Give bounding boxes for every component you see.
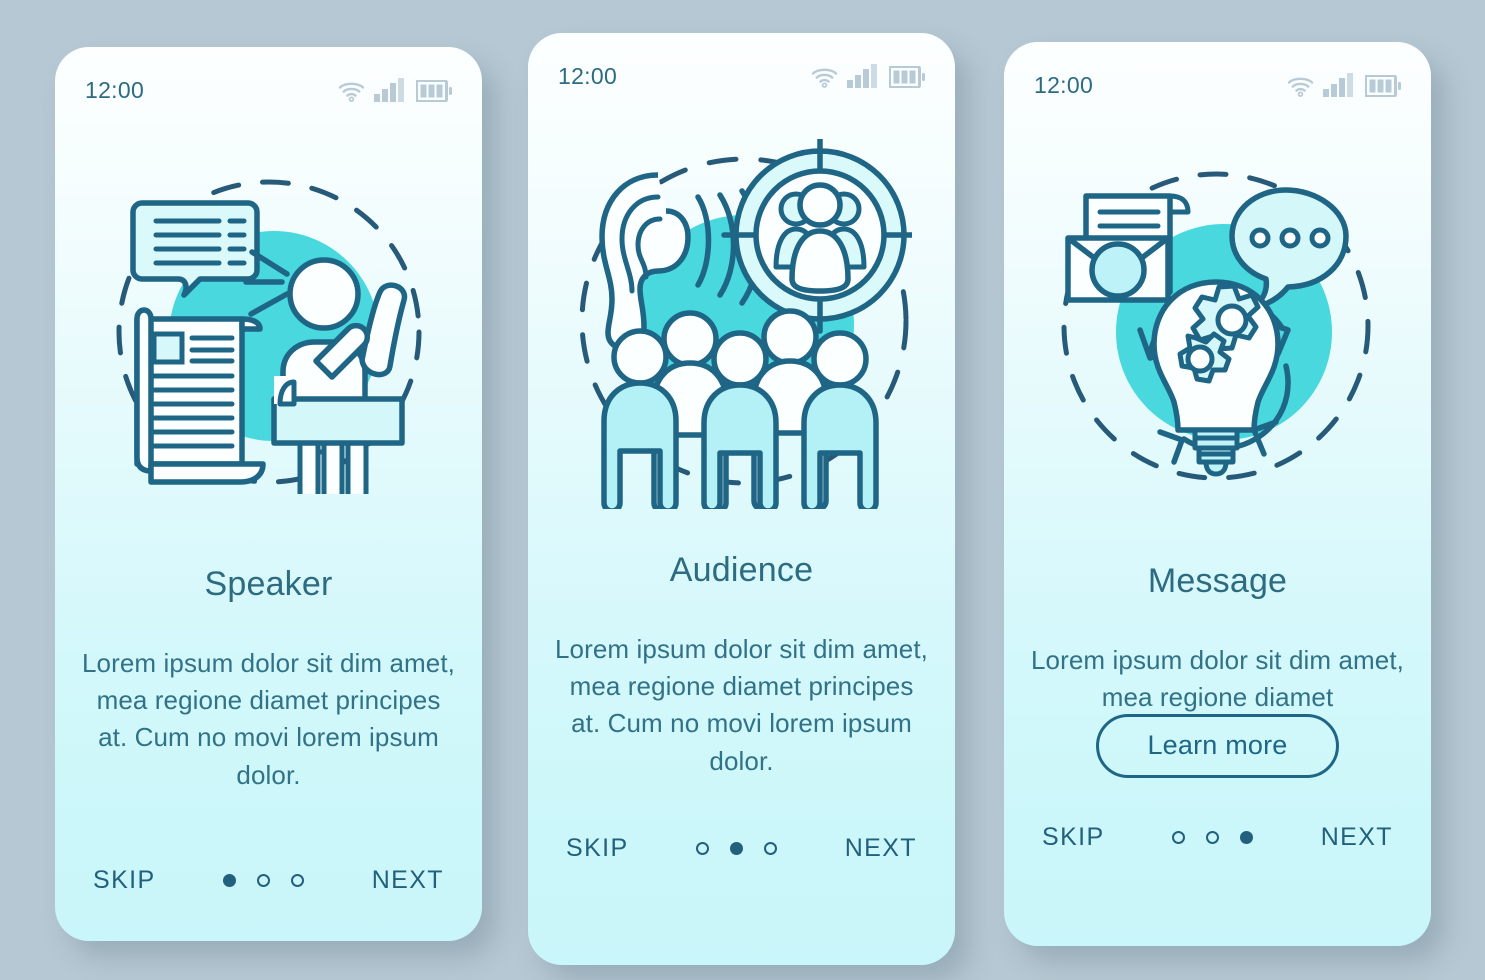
signal-icon [374,78,404,102]
wifi-icon [338,82,365,102]
battery-icon [416,80,452,102]
page-body: Lorem ipsum dolor sit dim amet, mea regi… [1030,645,1404,713]
signal-icon [847,64,877,88]
status-bar: 12:00 [1004,70,1431,100]
skip-button[interactable]: SKIP [1042,823,1105,852]
crowd-of-five-icon [600,308,879,509]
page-body-wrap: Lorem ipsum dolor sit dim amet, mea regi… [1004,642,1431,716]
pagination-dot-3[interactable] [291,873,305,887]
crowd-figure-front-1 [600,328,679,509]
page-title-wrap: Speaker [55,567,482,601]
speaker-at-podium-icon [270,257,407,494]
next-button[interactable]: NEXT [1321,823,1393,852]
scroll-document-icon [133,307,266,485]
crowd-figure-front-5 [800,330,879,509]
onboarding-screen-audience: 12:00 Audience Lorem ipsum dolor sit dim… [528,33,955,965]
battery-icon [1365,75,1401,97]
speaker-illustration [55,129,482,529]
next-button[interactable]: NEXT [845,834,917,863]
status-clock: 12:00 [558,62,618,89]
onboarding-screen-speaker: 12:00 Speaker Lorem ipsum dolor sit dim … [55,47,482,941]
envelope-with-letter-icon [1064,193,1190,303]
signal-icon [1323,73,1353,97]
page-body: Lorem ipsum dolor sit dim amet, mea regi… [554,634,928,776]
pagination-dots [223,873,305,887]
status-bar: 12:00 [55,75,482,105]
pagination-dot-3[interactable] [764,841,778,855]
message-illustration [1004,124,1431,524]
battery-icon [889,66,925,88]
status-icon-group [811,64,925,88]
page-title-wrap: Message [1004,564,1431,598]
pagination-dot-1[interactable] [1172,830,1186,844]
status-clock: 12:00 [1034,71,1094,98]
screen-footer: SKIP NEXT [528,828,955,868]
screen-footer: SKIP NEXT [55,860,482,900]
page-title-wrap: Audience [528,553,955,587]
skip-button[interactable]: SKIP [566,834,629,863]
onboarding-screens-stage: 12:00 Speaker Lorem ipsum dolor sit dim … [0,0,1485,980]
wifi-icon [1287,77,1314,97]
pagination-dot-1[interactable] [696,841,710,855]
status-bar: 12:00 [528,61,955,91]
page-title: Speaker [204,565,333,603]
page-title: Message [1147,562,1288,600]
pagination-dot-1[interactable] [223,873,237,887]
status-icon-group [338,78,452,102]
wifi-icon [811,68,838,88]
pagination-dot-2[interactable] [1206,830,1220,844]
pagination-dot-3[interactable] [1240,830,1254,844]
screen-footer: SKIP NEXT [1004,817,1431,857]
pagination-dots [696,841,778,855]
page-title: Audience [669,551,814,589]
pagination-dot-2[interactable] [730,841,744,855]
learn-more-wrap: Learn more [1004,714,1431,778]
pagination-dots [1172,830,1254,844]
skip-button[interactable]: SKIP [93,866,156,895]
page-body-wrap: Lorem ipsum dolor sit dim amet, mea regi… [528,631,955,780]
next-button[interactable]: NEXT [372,866,444,895]
status-clock: 12:00 [85,76,145,103]
page-body: Lorem ipsum dolor sit dim amet, mea regi… [81,648,455,790]
learn-more-button[interactable]: Learn more [1096,714,1339,778]
audience-illustration [528,119,955,529]
page-body-wrap: Lorem ipsum dolor sit dim amet, mea regi… [55,645,482,794]
onboarding-screen-message: 12:00 Message Lorem ipsum dolor sit dim … [1004,42,1431,946]
pagination-dot-2[interactable] [257,873,271,887]
status-icon-group [1287,73,1401,97]
speech-bubble-icon [129,200,260,298]
